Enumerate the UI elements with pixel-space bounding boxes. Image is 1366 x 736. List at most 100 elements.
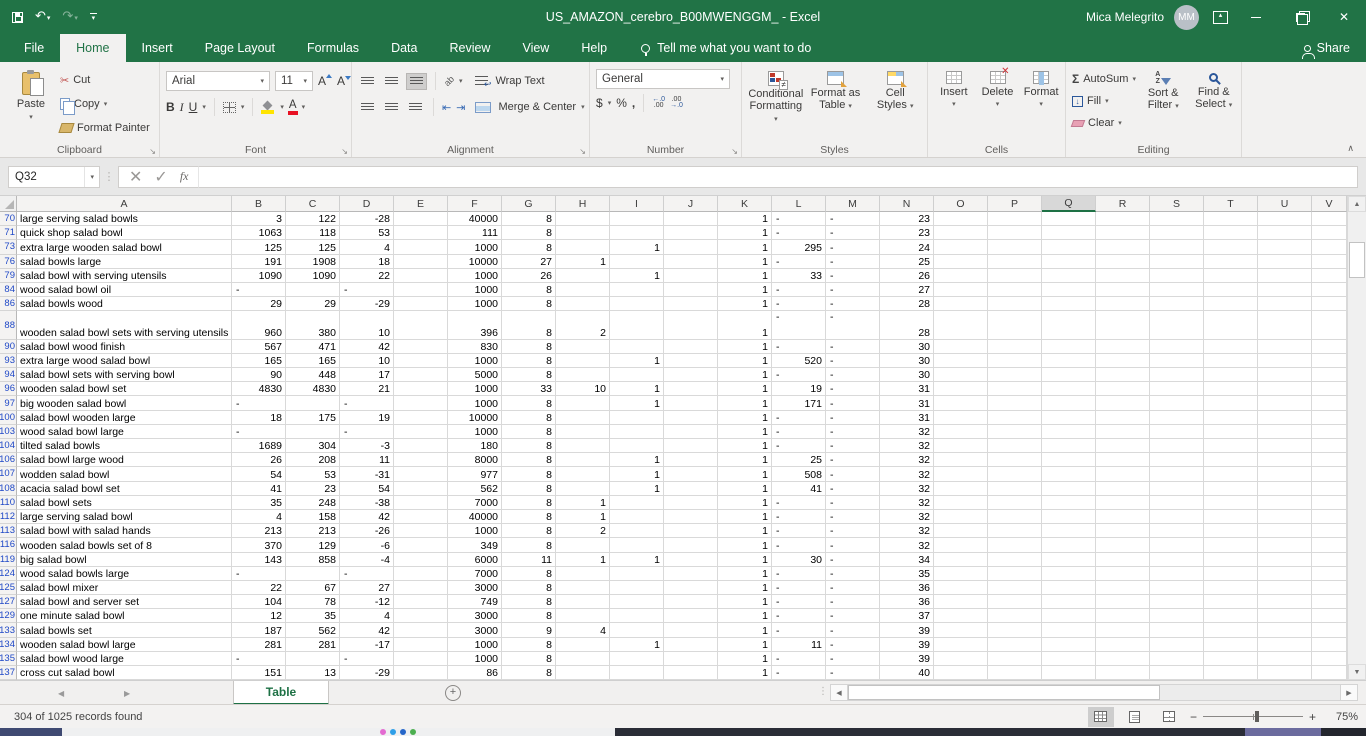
cell-M112[interactable]: - [826, 509, 880, 525]
cell-D88[interactable]: 10 [340, 311, 394, 340]
cell-A134[interactable]: wooden salad bowl large [17, 637, 232, 652]
cell-J93[interactable] [664, 353, 718, 369]
cell-G137[interactable]: 8 [502, 666, 556, 680]
middle-align-button[interactable] [382, 74, 401, 89]
cell-I86[interactable] [610, 297, 664, 312]
column-header-B[interactable]: B [232, 196, 286, 212]
number-dialog-launcher-icon[interactable]: ↘ [731, 147, 738, 156]
cell-M106[interactable]: - [826, 453, 880, 468]
insert-function-icon[interactable]: fx [180, 169, 189, 184]
cell-A127[interactable]: salad bowl and server set [17, 595, 232, 610]
cell-G79[interactable]: 26 [502, 268, 556, 283]
cell-C90[interactable]: 471 [286, 339, 340, 354]
cell-P110[interactable] [988, 495, 1042, 510]
cell-S71[interactable] [1150, 226, 1204, 241]
cell-O90[interactable] [934, 339, 988, 354]
cell-I127[interactable] [610, 595, 664, 610]
cell-E116[interactable] [394, 538, 448, 553]
cell-G110[interactable]: 8 [502, 495, 556, 510]
cell-N129[interactable]: 37 [880, 609, 934, 624]
cell-Q70[interactable] [1042, 212, 1096, 227]
cell-E137[interactable] [394, 666, 448, 680]
cell-M104[interactable]: - [826, 439, 880, 454]
cell-styles-button[interactable]: Cell Styles ▾ [867, 66, 923, 141]
cell-M135[interactable]: - [826, 651, 880, 667]
cell-E94[interactable] [394, 368, 448, 383]
cell-D94[interactable]: 17 [340, 368, 394, 383]
cell-I125[interactable] [610, 580, 664, 596]
cell-T79[interactable] [1204, 268, 1258, 283]
top-align-button[interactable] [358, 74, 377, 89]
cell-M124[interactable]: - [826, 566, 880, 581]
merge-center-button[interactable]: Merge & Center ▾ [475, 95, 585, 119]
cell-F88[interactable]: 396 [448, 311, 502, 340]
cell-T133[interactable] [1204, 623, 1258, 638]
cell-K97[interactable]: 1 [718, 396, 772, 411]
cell-G107[interactable]: 8 [502, 467, 556, 482]
cell-P112[interactable] [988, 509, 1042, 525]
cell-N113[interactable]: 32 [880, 524, 934, 539]
cell-B133[interactable]: 187 [232, 623, 286, 638]
ribbon-tab-formulas[interactable]: Formulas [291, 34, 375, 62]
tab-splitter-icon[interactable]: ⋮ [818, 686, 828, 697]
cell-P97[interactable] [988, 396, 1042, 411]
cell-L107[interactable]: 508 [772, 467, 826, 482]
cell-Q90[interactable] [1042, 339, 1096, 354]
confirm-entry-icon[interactable]: ✓ [154, 167, 167, 187]
cell-E110[interactable] [394, 495, 448, 510]
number-format-combo[interactable]: General ▾ [596, 69, 730, 89]
borders-dropdown-icon[interactable]: ▾ [241, 103, 245, 111]
cell-B116[interactable]: 370 [232, 538, 286, 553]
cell-Q107[interactable] [1042, 467, 1096, 482]
cell-E124[interactable] [394, 566, 448, 581]
cell-O127[interactable] [934, 595, 988, 610]
cell-G94[interactable]: 8 [502, 368, 556, 383]
cell-J84[interactable] [664, 282, 718, 298]
cell-I116[interactable] [610, 538, 664, 553]
cell-G133[interactable]: 9 [502, 623, 556, 638]
cell-G104[interactable]: 8 [502, 439, 556, 454]
cell-S104[interactable] [1150, 439, 1204, 454]
cell-K104[interactable]: 1 [718, 439, 772, 454]
cell-O93[interactable] [934, 353, 988, 369]
cell-D119[interactable]: -4 [340, 552, 394, 567]
cell-V71[interactable] [1312, 226, 1347, 241]
cut-button[interactable]: ✂ Cut [60, 70, 150, 90]
column-header-R[interactable]: R [1096, 196, 1150, 212]
cell-P96[interactable] [988, 382, 1042, 397]
cell-M100[interactable]: - [826, 410, 880, 425]
bottom-align-button[interactable] [406, 72, 427, 90]
cell-R124[interactable] [1096, 566, 1150, 581]
cell-O96[interactable] [934, 382, 988, 397]
cell-F103[interactable]: 1000 [448, 424, 502, 440]
customize-qat-button[interactable]: ▾ [89, 13, 97, 22]
cell-T106[interactable] [1204, 453, 1258, 468]
row-header-86[interactable]: 86 [0, 297, 17, 312]
cell-V94[interactable] [1312, 368, 1347, 383]
cell-V100[interactable] [1312, 410, 1347, 425]
cell-H106[interactable] [556, 453, 610, 468]
cell-T116[interactable] [1204, 538, 1258, 553]
cell-D113[interactable]: -26 [340, 524, 394, 539]
cell-K133[interactable]: 1 [718, 623, 772, 638]
cell-L134[interactable]: 11 [772, 637, 826, 652]
cell-R97[interactable] [1096, 396, 1150, 411]
cell-E90[interactable] [394, 339, 448, 354]
cell-L84[interactable]: - [772, 282, 826, 298]
cell-O94[interactable] [934, 368, 988, 383]
cell-L71[interactable]: - [772, 226, 826, 241]
font-size-combo[interactable]: 11 ▾ [275, 71, 313, 91]
cell-C124[interactable] [286, 566, 340, 581]
column-header-L[interactable]: L [772, 196, 826, 212]
cell-F73[interactable]: 1000 [448, 240, 502, 255]
cell-F93[interactable]: 1000 [448, 353, 502, 369]
cell-N76[interactable]: 25 [880, 254, 934, 269]
cell-F113[interactable]: 1000 [448, 524, 502, 539]
cell-R119[interactable] [1096, 552, 1150, 567]
cs-dropdown-icon[interactable]: ▾ [910, 103, 914, 110]
cell-I71[interactable] [610, 226, 664, 241]
cell-K112[interactable]: 1 [718, 509, 772, 525]
cell-M134[interactable]: - [826, 637, 880, 652]
format-cells-button[interactable]: Format ▾ [1021, 66, 1061, 141]
cell-O110[interactable] [934, 495, 988, 510]
